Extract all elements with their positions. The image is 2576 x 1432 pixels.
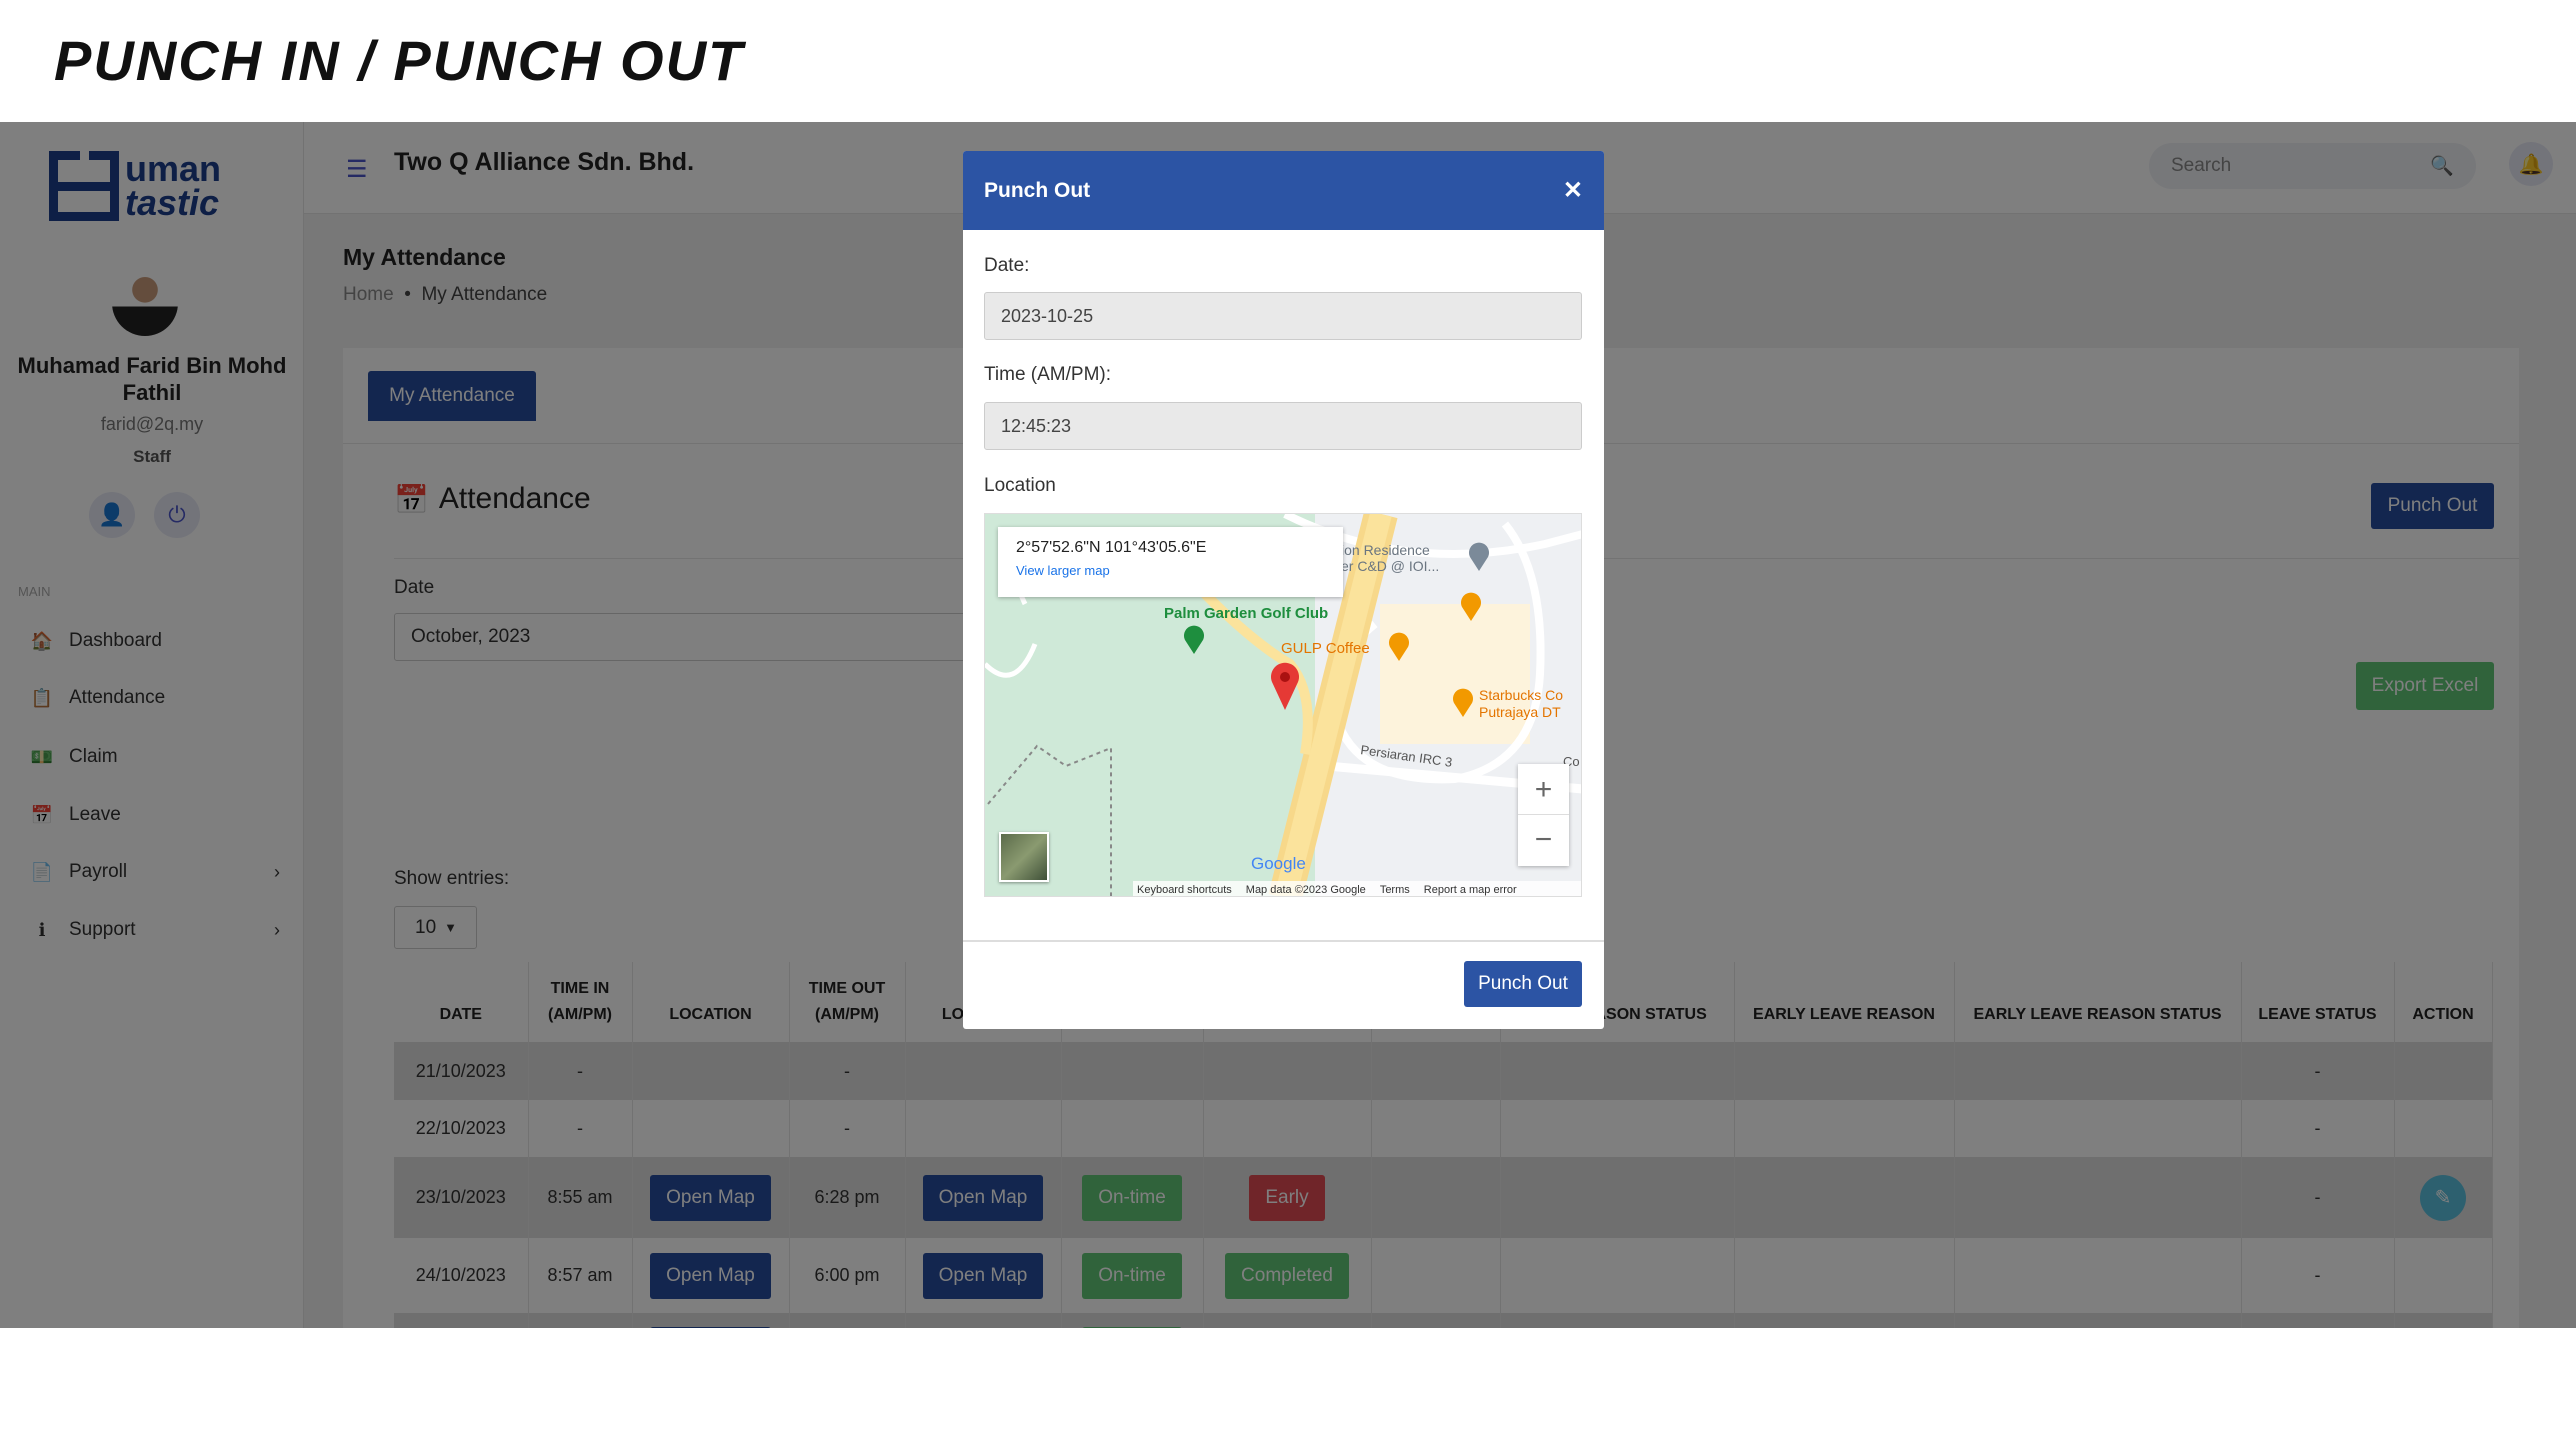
time-field[interactable]: 12:45:23 [984,402,1582,450]
map-place-label: Palm Garden Golf Club [1164,605,1328,622]
close-icon[interactable]: ✕ [1563,176,1583,205]
map-data-text: Map data ©2023 Google [1245,883,1366,896]
map-info-box: 2°57'52.6"N 101°43'05.6"E View larger ma… [998,527,1343,597]
google-logo: Google [1251,854,1306,873]
satellite-toggle[interactable] [999,832,1049,882]
map-place-label: Putrajaya DT [1479,704,1561,720]
map-zoom-controls: + − [1518,764,1569,866]
date-label: Date: [984,255,1030,276]
date-field[interactable]: 2023-10-25 [984,292,1582,340]
location-pin-icon [1271,662,1299,710]
submit-punch-out-button[interactable]: Punch Out [1464,961,1582,1007]
keyboard-shortcuts-link[interactable]: Keyboard shortcuts [1137,884,1232,896]
slide-title: PUNCH IN / PUNCH OUT [54,29,745,92]
map-place-label: zion Residence [1334,542,1430,558]
zoom-out-button[interactable]: − [1518,815,1569,865]
location-map[interactable]: Palm Garden Golf Club GULP Coffee zion R… [984,513,1582,897]
view-larger-map-link[interactable]: View larger map [1016,563,1325,578]
report-error-link[interactable]: Report a map error [1424,884,1517,896]
modal-title: Punch Out [984,178,1091,202]
punch-out-modal: Punch Out ✕ Date: 2023-10-25 Time (AM/PM)… [963,151,1604,1029]
map-footer: Keyboard shortcuts Map data ©2023 Google… [1133,881,1581,896]
time-label: Time (AM/PM): [984,364,1112,385]
zoom-in-button[interactable]: + [1518,764,1569,815]
map-coordinates: 2°57'52.6"N 101°43'05.6"E [1016,539,1207,556]
map-place-label: ver C&D @ IOI... [1334,558,1439,574]
golf-marker-icon [1184,625,1204,654]
map-place-label: Starbucks Co [1479,687,1563,703]
terms-link[interactable]: Terms [1380,884,1410,896]
location-label: Location [984,475,1056,496]
map-place-label: GULP Coffee [1281,640,1370,657]
